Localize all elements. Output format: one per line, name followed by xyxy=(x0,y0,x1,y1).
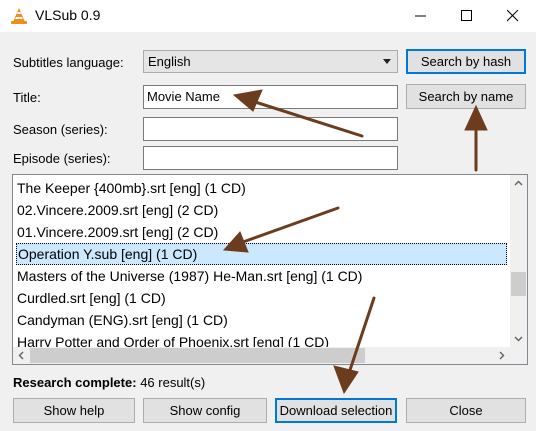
language-select-value: English xyxy=(148,54,191,69)
chevron-up-icon xyxy=(514,180,523,186)
window-title: VLSub 0.9 xyxy=(35,7,101,23)
list-item[interactable]: Candyman (ENG).srt [eng] (1 CD) xyxy=(17,309,228,331)
title-label: Title: xyxy=(13,90,41,105)
close-window-button[interactable] xyxy=(490,0,536,32)
status-label: Research complete: xyxy=(13,375,137,390)
scroll-left-button[interactable] xyxy=(13,347,30,364)
search-by-name-button[interactable]: Search by name xyxy=(406,84,526,109)
list-item[interactable]: Masters of the Universe (1987) He-Man.sr… xyxy=(17,265,362,287)
minimize-button[interactable] xyxy=(398,0,444,32)
list-item[interactable]: Curdled.srt [eng] (1 CD) xyxy=(17,287,166,309)
season-input[interactable] xyxy=(143,117,398,141)
list-item[interactable]: 01.Vincere.2009.srt [eng] (2 CD) xyxy=(17,221,218,243)
arrow-head-download xyxy=(333,365,359,395)
title-input[interactable]: Movie Name xyxy=(143,85,398,109)
arrow-head-search-name xyxy=(464,104,488,131)
minimize-icon xyxy=(415,15,426,17)
season-label: Season (series): xyxy=(13,122,108,137)
maximize-button[interactable] xyxy=(444,0,490,32)
search-by-hash-button[interactable]: Search by hash xyxy=(406,49,526,74)
language-select[interactable]: English xyxy=(143,50,398,73)
show-config-button[interactable]: Show config xyxy=(143,398,267,423)
show-help-button[interactable]: Show help xyxy=(13,398,135,423)
title-bar[interactable]: VLSub 0.9 xyxy=(0,0,536,32)
maximize-icon xyxy=(461,10,472,21)
status-line: Research complete: 46 result(s) xyxy=(13,375,205,390)
download-selection-button[interactable]: Download selection xyxy=(275,398,397,423)
vertical-scroll-thumb[interactable] xyxy=(511,272,526,296)
vertical-scrollbar[interactable] xyxy=(510,175,527,347)
language-label: Subtitles language: xyxy=(13,55,124,70)
vlc-cone-icon xyxy=(11,8,27,24)
status-value: 46 result(s) xyxy=(140,375,206,390)
episode-input[interactable] xyxy=(143,146,398,170)
chevron-down-icon xyxy=(383,59,391,64)
chevron-right-icon xyxy=(499,351,505,360)
horizontal-scroll-thumb[interactable] xyxy=(30,348,365,363)
scroll-down-button[interactable] xyxy=(510,330,527,347)
horizontal-scrollbar[interactable] xyxy=(13,347,527,364)
close-button[interactable]: Close xyxy=(406,398,526,423)
list-item-selected[interactable]: Operation Y.sub [eng] (1 CD) xyxy=(16,243,507,265)
chevron-down-icon xyxy=(514,336,523,342)
scroll-up-button[interactable] xyxy=(510,175,527,192)
list-item[interactable]: The Keeper {400mb}.srt [eng] (1 CD) xyxy=(17,177,246,199)
chevron-left-icon xyxy=(18,351,24,360)
results-list[interactable]: The Keeper {400mb}.srt [eng] (1 CD) 02.V… xyxy=(12,174,528,365)
close-icon xyxy=(507,10,519,22)
list-item[interactable]: 02.Vincere.2009.srt [eng] (2 CD) xyxy=(17,199,218,221)
scroll-right-button[interactable] xyxy=(493,347,510,364)
episode-label: Episode (series): xyxy=(13,151,111,166)
scrollbar-corner xyxy=(510,347,527,364)
